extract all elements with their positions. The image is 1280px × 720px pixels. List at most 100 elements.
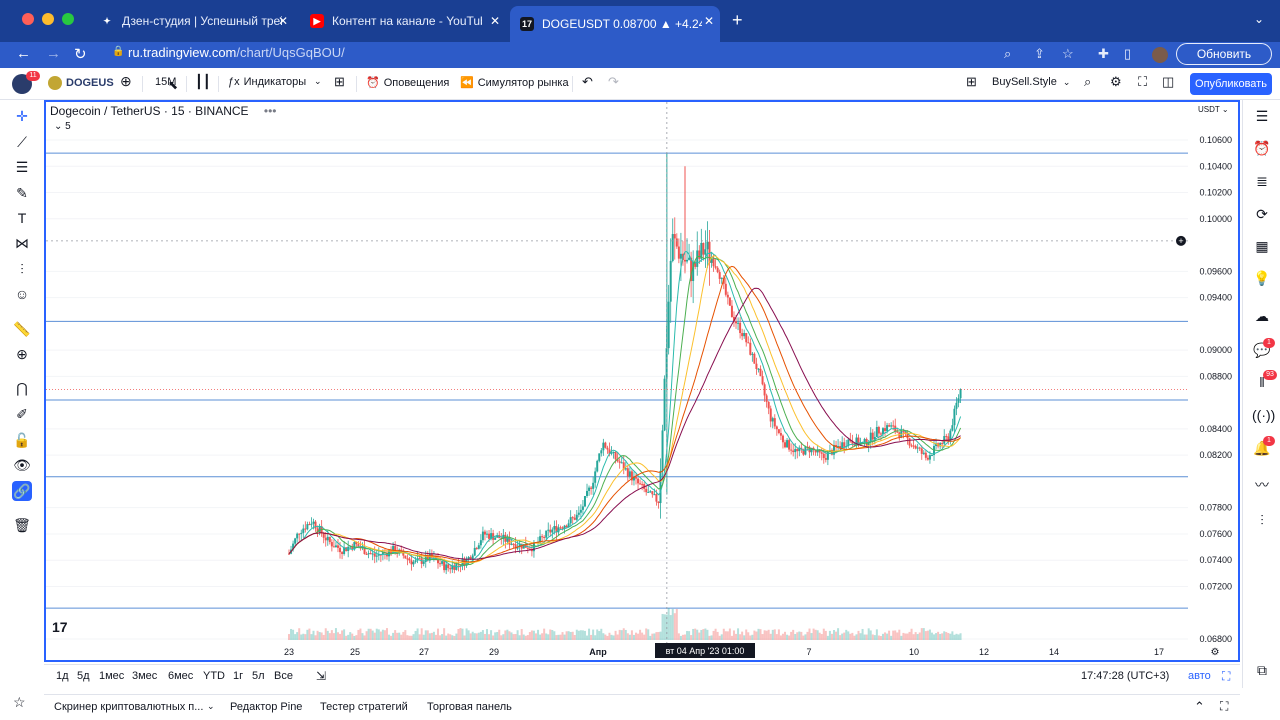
range-1y[interactable]: 1г bbox=[233, 670, 243, 682]
time-axis-bg bbox=[46, 644, 1188, 660]
volume-bar bbox=[775, 634, 778, 640]
volume-bar bbox=[735, 633, 738, 640]
range-5y[interactable]: 5л bbox=[252, 670, 265, 682]
candle-body bbox=[724, 283, 727, 295]
range-6m[interactable]: 6мес bbox=[168, 670, 193, 682]
candle-body bbox=[955, 402, 958, 409]
volume-bar bbox=[557, 634, 560, 640]
date-range-icon[interactable]: ⇲ bbox=[316, 669, 326, 683]
volume-bar bbox=[296, 632, 299, 640]
chart-legend[interactable]: Dogecoin / TetherUS · 15 · BINANCE ••• bbox=[50, 104, 276, 118]
tradingview-logo: 17 bbox=[52, 619, 68, 635]
candle-body bbox=[751, 353, 754, 355]
volume-bar bbox=[532, 630, 535, 640]
tab-crypto-screener[interactable]: Скринер криптовалютных п... bbox=[54, 701, 203, 713]
candle-body bbox=[504, 534, 507, 542]
tab-trading-panel[interactable]: Торговая панель bbox=[427, 701, 512, 713]
range-5d[interactable]: 5д bbox=[77, 670, 90, 682]
price-tick: 0.07600 bbox=[1199, 529, 1232, 539]
moving-average-line bbox=[288, 287, 961, 560]
volume-bar bbox=[959, 633, 962, 640]
volume-bar bbox=[906, 633, 909, 640]
candle-body bbox=[959, 389, 962, 399]
range-all[interactable]: Все bbox=[274, 670, 293, 682]
volume-bar bbox=[659, 631, 662, 640]
volume-bar bbox=[930, 632, 933, 640]
maximize-panel-icon[interactable]: ⛶ bbox=[1220, 699, 1228, 714]
volume-bar bbox=[496, 632, 499, 640]
volume-bar bbox=[459, 628, 462, 640]
price-tick: 0.09600 bbox=[1199, 266, 1232, 276]
candle-body bbox=[790, 449, 793, 451]
volume-bar bbox=[747, 632, 750, 640]
range-3m[interactable]: 3мес bbox=[132, 670, 157, 682]
volume-bar bbox=[853, 635, 856, 640]
candle-body bbox=[437, 559, 440, 564]
range-ytd[interactable]: YTD bbox=[203, 670, 225, 682]
candle-body bbox=[788, 440, 791, 450]
tab-pine-editor[interactable]: Редактор Pine bbox=[230, 701, 302, 713]
time-tick: 25 bbox=[350, 647, 360, 657]
volume-bar bbox=[398, 632, 401, 640]
moving-average-line bbox=[288, 255, 961, 564]
horizontal-levels[interactable]: 0.105000.092190.086200.080360.07035 bbox=[46, 147, 1236, 615]
range-1d[interactable]: 1д bbox=[56, 670, 69, 682]
volume-bar bbox=[761, 634, 764, 640]
candle-body bbox=[332, 546, 335, 548]
volume-bar bbox=[894, 630, 897, 640]
candle-body bbox=[422, 561, 425, 564]
volume-bar bbox=[865, 634, 868, 640]
volume-bar bbox=[569, 631, 572, 640]
volume-bar bbox=[886, 633, 889, 640]
more-icon[interactable]: ••• bbox=[264, 104, 277, 118]
volume-bar bbox=[388, 634, 391, 640]
candle-body bbox=[449, 568, 452, 570]
volume-bar bbox=[928, 629, 931, 640]
volume-bar bbox=[577, 630, 580, 640]
volume-bar bbox=[530, 630, 533, 640]
volume-bar bbox=[626, 633, 629, 640]
candle-body bbox=[953, 408, 956, 426]
candle-body bbox=[718, 272, 721, 279]
time-tick: 12 bbox=[979, 647, 989, 657]
candle-body bbox=[637, 478, 640, 484]
volume-bar bbox=[424, 630, 427, 640]
fullscreen-icon[interactable]: ⛶ bbox=[1222, 669, 1230, 684]
bottom-panel-tabs: Скринер криптовалютных п... ⌄ Редактор P… bbox=[44, 694, 1240, 720]
volume-bar bbox=[698, 632, 701, 640]
volume-bar bbox=[406, 635, 409, 640]
tab-strategy-tester[interactable]: Тестер стратегий bbox=[320, 701, 408, 713]
clock-label[interactable]: 17:47:28 (UTC+3) bbox=[1081, 670, 1169, 682]
star-icon[interactable]: ☆ bbox=[13, 694, 26, 711]
candle-body bbox=[341, 552, 344, 554]
volume-bar bbox=[777, 629, 780, 640]
volume-bar bbox=[877, 635, 880, 640]
candle-body bbox=[371, 553, 374, 555]
time-axis[interactable]: 23 25 27 29 Апр 7 10 12 14 17 вт 04 Апр '23 01:00 ⚙ bbox=[46, 643, 1220, 660]
chevron-down-icon[interactable]: ⌄ bbox=[207, 701, 215, 712]
volume-bar bbox=[553, 631, 556, 640]
candle-body bbox=[561, 527, 564, 529]
candle-body bbox=[669, 260, 672, 302]
volume-bar bbox=[308, 628, 311, 640]
candle-body bbox=[912, 445, 915, 447]
volume-bar bbox=[879, 635, 882, 640]
chevron-up-icon[interactable]: ⌃ bbox=[1194, 699, 1205, 715]
volume-bar bbox=[520, 629, 523, 640]
candle-body bbox=[698, 250, 701, 259]
volume-bar bbox=[573, 635, 576, 640]
candle-body bbox=[714, 266, 717, 268]
price-axis[interactable]: USDT ⌄ 0.10600 0.10400 0.10200 0.10000 0.0960… bbox=[1188, 102, 1238, 646]
volume-bar bbox=[494, 632, 497, 640]
indicators-toggle[interactable]: ⌄ 5 bbox=[54, 121, 71, 132]
range-1m[interactable]: 1мес bbox=[99, 670, 124, 682]
auto-scale-toggle[interactable]: авто bbox=[1188, 670, 1211, 682]
volume-bar bbox=[826, 635, 829, 640]
volume-bar bbox=[945, 632, 948, 640]
candle-body bbox=[767, 401, 770, 409]
moving-averages bbox=[288, 251, 962, 568]
volume-bar bbox=[314, 635, 317, 640]
price-tick: 0.07400 bbox=[1199, 555, 1232, 565]
volume-bar bbox=[861, 628, 864, 640]
volume-bar bbox=[888, 630, 891, 640]
